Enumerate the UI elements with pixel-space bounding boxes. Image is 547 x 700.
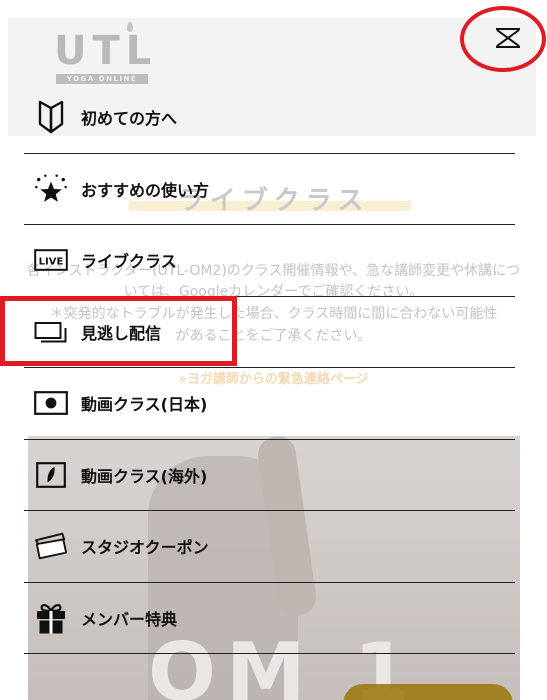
menu-item-label: メンバー特典 — [81, 609, 178, 629]
annotation-rectangle — [0, 296, 237, 366]
svg-text:LIVE: LIVE — [39, 257, 64, 268]
japan-flag-icon — [34, 386, 68, 420]
menu-item-studio-coupon[interactable]: スタジオクーポン — [24, 511, 515, 583]
menu-item-label: 初めての方へ — [81, 109, 178, 129]
beginner-mark-icon — [34, 100, 68, 134]
menu-item-beginners[interactable]: 初めての方へ — [24, 82, 515, 154]
gift-box-icon — [34, 601, 68, 635]
annotation-circle — [460, 6, 546, 72]
menu-item-label: 動画クラス(海外) — [81, 466, 208, 486]
menu-item-label: 動画クラス(日本) — [81, 395, 208, 415]
live-badge-icon: LIVE — [34, 243, 68, 277]
menu-item-member-benefits[interactable]: メンバー特典 — [24, 583, 515, 654]
menu-item-video-japan[interactable]: 動画クラス(日本) — [24, 368, 515, 440]
menu-item-live-class[interactable]: LIVE ライブクラス — [24, 225, 515, 297]
menu-item-label: おすすめの使い方 — [81, 180, 210, 200]
main-menu: 初めての方へ おすすめの使い方 LIVE ライブクラス 見逃し配信 動画クラス(… — [24, 82, 515, 654]
menu-item-recommended-usage[interactable]: おすすめの使い方 — [24, 154, 515, 225]
overseas-video-icon — [34, 458, 68, 492]
menu-item-video-overseas[interactable]: 動画クラス(海外) — [24, 440, 515, 511]
star-sparkle-icon — [34, 172, 68, 206]
coupon-ticket-icon — [34, 529, 68, 563]
menu-item-label: ライブクラス — [81, 252, 177, 272]
menu-item-label: スタジオクーポン — [81, 538, 209, 558]
